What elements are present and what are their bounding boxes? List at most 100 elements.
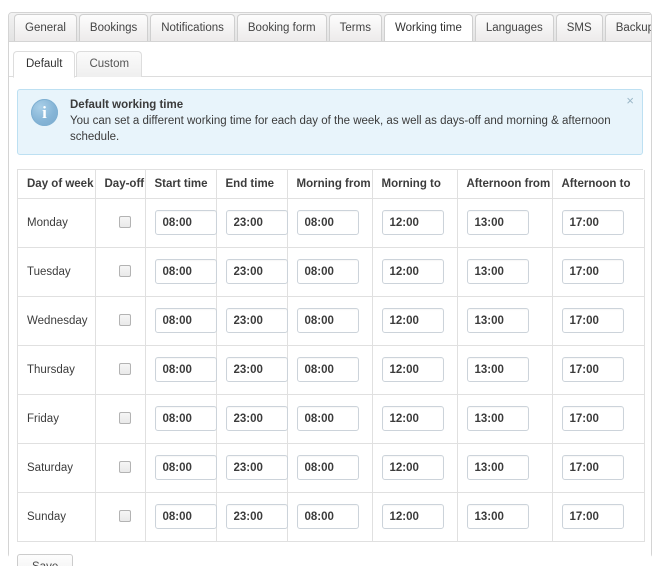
time-cell [287,492,373,542]
table-row: Monday [18,198,645,248]
time-cell [552,394,645,444]
morning-from-input[interactable] [296,308,359,333]
time-cell [372,492,458,542]
end-time-input[interactable] [225,259,288,284]
time-cell [216,443,288,493]
time-cell [287,345,373,395]
end-time-input[interactable] [225,308,288,333]
tab-backup[interactable]: Backup [604,14,651,41]
column-header: End time [216,170,288,199]
morning-to-input[interactable] [381,259,444,284]
day-off-checkbox[interactable] [118,314,131,327]
time-cell [216,394,288,444]
tab-notifications[interactable]: Notifications [150,14,235,41]
afternoon-from-input[interactable] [466,259,529,284]
time-cell [145,394,217,444]
subtab-default[interactable]: Default [13,51,76,78]
day-off-cell [95,296,146,346]
time-cell [145,247,217,297]
time-cell [287,443,373,493]
start-time-input[interactable] [154,210,217,235]
column-header: Day of week [18,170,96,199]
day-of-week-label: Friday [18,394,96,444]
working-time-table-wrap: Day of week Day-off Start time End time Morn… [17,169,645,542]
tab-bookings[interactable]: Bookings [78,14,149,41]
afternoon-to-input[interactable] [561,210,624,235]
afternoon-from-input[interactable] [466,504,529,529]
day-of-week-label: Sunday [18,492,96,542]
day-off-checkbox[interactable] [118,510,131,523]
sub-tab-strip: Default Custom [9,51,651,78]
day-off-cell [95,247,146,297]
morning-from-input[interactable] [296,357,359,382]
tab-terms[interactable]: Terms [328,14,382,41]
day-off-checkbox[interactable] [118,363,131,376]
tab-sms[interactable]: SMS [555,14,603,41]
morning-to-input[interactable] [381,455,444,480]
table-header-row: Day of week Day-off Start time End time Morn… [18,170,645,199]
day-off-cell [95,198,146,248]
afternoon-from-input[interactable] [466,357,529,382]
morning-from-input[interactable] [296,210,359,235]
time-cell [216,492,288,542]
afternoon-from-input[interactable] [466,308,529,333]
start-time-input[interactable] [154,455,217,480]
end-time-input[interactable] [225,210,288,235]
morning-from-input[interactable] [296,455,359,480]
time-cell [457,492,553,542]
morning-from-input[interactable] [296,504,359,529]
afternoon-from-input[interactable] [466,406,529,431]
end-time-input[interactable] [225,455,288,480]
afternoon-to-input[interactable] [561,308,624,333]
morning-to-input[interactable] [381,504,444,529]
afternoon-to-input[interactable] [561,357,624,382]
time-cell [216,296,288,346]
column-header: Afternoon to [552,170,645,199]
start-time-input[interactable] [154,259,217,284]
day-off-checkbox[interactable] [118,216,131,229]
time-cell [457,394,553,444]
afternoon-to-input[interactable] [561,455,624,480]
afternoon-to-input[interactable] [561,259,624,284]
info-alert-text: You can set a different working time for… [70,115,611,143]
close-icon[interactable]: × [626,94,634,107]
tab-booking-form[interactable]: Booking form [236,14,327,41]
start-time-input[interactable] [154,504,217,529]
column-header: Morning to [372,170,458,199]
time-cell [287,247,373,297]
day-of-week-label: Tuesday [18,247,96,297]
tab-working-time[interactable]: Working time [383,14,473,41]
afternoon-from-input[interactable] [466,455,529,480]
morning-to-input[interactable] [381,357,444,382]
morning-from-input[interactable] [296,406,359,431]
morning-to-input[interactable] [381,210,444,235]
day-off-checkbox[interactable] [118,412,131,425]
tab-general[interactable]: General [14,14,77,41]
time-cell [372,247,458,297]
morning-from-input[interactable] [296,259,359,284]
start-time-input[interactable] [154,357,217,382]
afternoon-to-input[interactable] [561,406,624,431]
day-off-checkbox[interactable] [118,265,131,278]
morning-to-input[interactable] [381,308,444,333]
start-time-input[interactable] [154,406,217,431]
table-row: Friday [18,394,645,444]
day-off-checkbox[interactable] [118,461,131,474]
afternoon-to-input[interactable] [561,504,624,529]
tab-languages[interactable]: Languages [474,14,554,41]
time-cell [552,247,645,297]
end-time-input[interactable] [225,357,288,382]
end-time-input[interactable] [225,406,288,431]
time-cell [145,296,217,346]
morning-to-input[interactable] [381,406,444,431]
subtab-custom[interactable]: Custom [76,51,143,77]
afternoon-from-input[interactable] [466,210,529,235]
day-off-cell [95,443,146,493]
end-time-input[interactable] [225,504,288,529]
save-button[interactable]: Save [17,553,74,566]
table-body: MondayTuesdayWednesdayThursdayFridaySatu… [18,198,645,542]
time-cell [372,443,458,493]
time-cell [372,296,458,346]
table-head: Day of week Day-off Start time End time Morn… [18,170,645,199]
start-time-input[interactable] [154,308,217,333]
